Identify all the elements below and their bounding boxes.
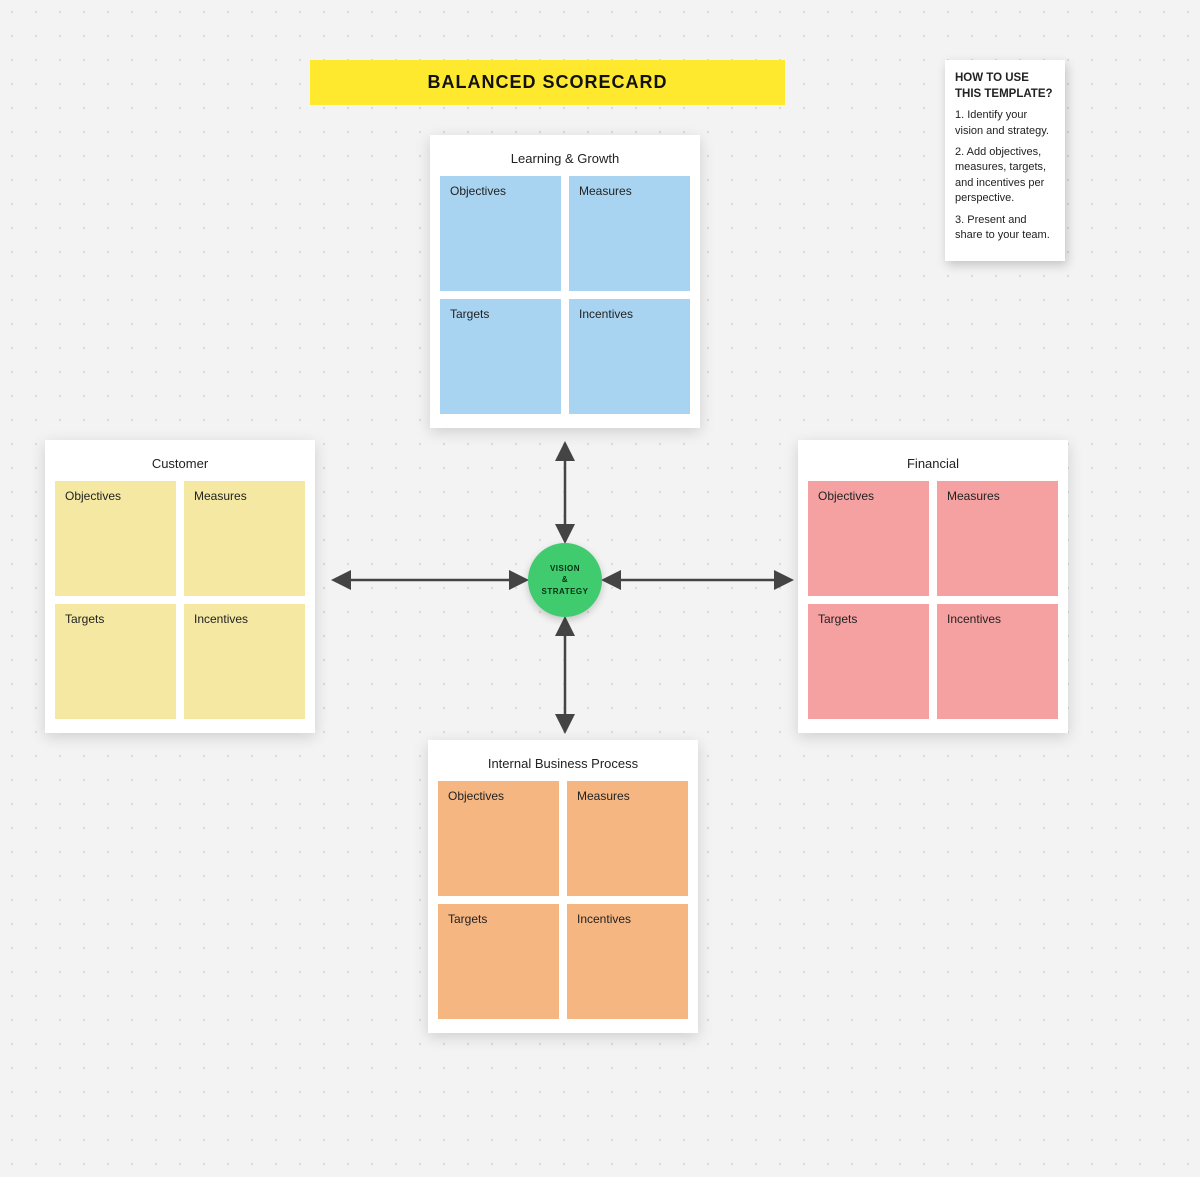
tile-objectives[interactable]: Objectives xyxy=(808,481,929,596)
center-line2: & xyxy=(562,575,568,584)
title-banner: BALANCED SCORECARD xyxy=(310,60,785,105)
help-step-1: 1. Identify your vision and strategy. xyxy=(955,108,1055,139)
tile-measures[interactable]: Measures xyxy=(937,481,1058,596)
help-heading: HOW TO USE THIS TEMPLATE? xyxy=(955,70,1055,102)
tile-targets[interactable]: Targets xyxy=(440,299,561,414)
tile-measures[interactable]: Measures xyxy=(569,176,690,291)
panel-title: Financial xyxy=(808,450,1058,481)
tile-objectives[interactable]: Objectives xyxy=(440,176,561,291)
tile-targets[interactable]: Targets xyxy=(808,604,929,719)
panel-customer[interactable]: Customer Objectives Measures Targets Inc… xyxy=(45,440,315,733)
tile-measures[interactable]: Measures xyxy=(184,481,305,596)
help-step-3: 3. Present and share to your team. xyxy=(955,213,1055,244)
center-label: VISION & STRATEGY xyxy=(542,563,589,597)
title-text: BALANCED SCORECARD xyxy=(427,72,667,93)
panel-learning-growth[interactable]: Learning & Growth Objectives Measures Ta… xyxy=(430,135,700,428)
panel-title: Learning & Growth xyxy=(440,145,690,176)
help-step-2: 2. Add objectives, measures, targets, an… xyxy=(955,145,1055,207)
panel-financial[interactable]: Financial Objectives Measures Targets In… xyxy=(798,440,1068,733)
tile-incentives[interactable]: Incentives xyxy=(569,299,690,414)
center-line3: STRATEGY xyxy=(542,587,589,596)
vision-strategy-circle[interactable]: VISION & STRATEGY xyxy=(528,543,602,617)
panel-internal-business-process[interactable]: Internal Business Process Objectives Mea… xyxy=(428,740,698,1033)
tile-incentives[interactable]: Incentives xyxy=(184,604,305,719)
panel-title: Customer xyxy=(55,450,305,481)
tile-incentives[interactable]: Incentives xyxy=(567,904,688,1019)
tiles-grid: Objectives Measures Targets Incentives xyxy=(808,481,1058,719)
help-card[interactable]: HOW TO USE THIS TEMPLATE? 1. Identify yo… xyxy=(945,60,1065,261)
tile-measures[interactable]: Measures xyxy=(567,781,688,896)
tile-objectives[interactable]: Objectives xyxy=(438,781,559,896)
tile-targets[interactable]: Targets xyxy=(55,604,176,719)
tile-targets[interactable]: Targets xyxy=(438,904,559,1019)
tiles-grid: Objectives Measures Targets Incentives xyxy=(440,176,690,414)
tile-objectives[interactable]: Objectives xyxy=(55,481,176,596)
center-line1: VISION xyxy=(550,564,580,573)
tile-incentives[interactable]: Incentives xyxy=(937,604,1058,719)
panel-title: Internal Business Process xyxy=(438,750,688,781)
tiles-grid: Objectives Measures Targets Incentives xyxy=(55,481,305,719)
tiles-grid: Objectives Measures Targets Incentives xyxy=(438,781,688,1019)
